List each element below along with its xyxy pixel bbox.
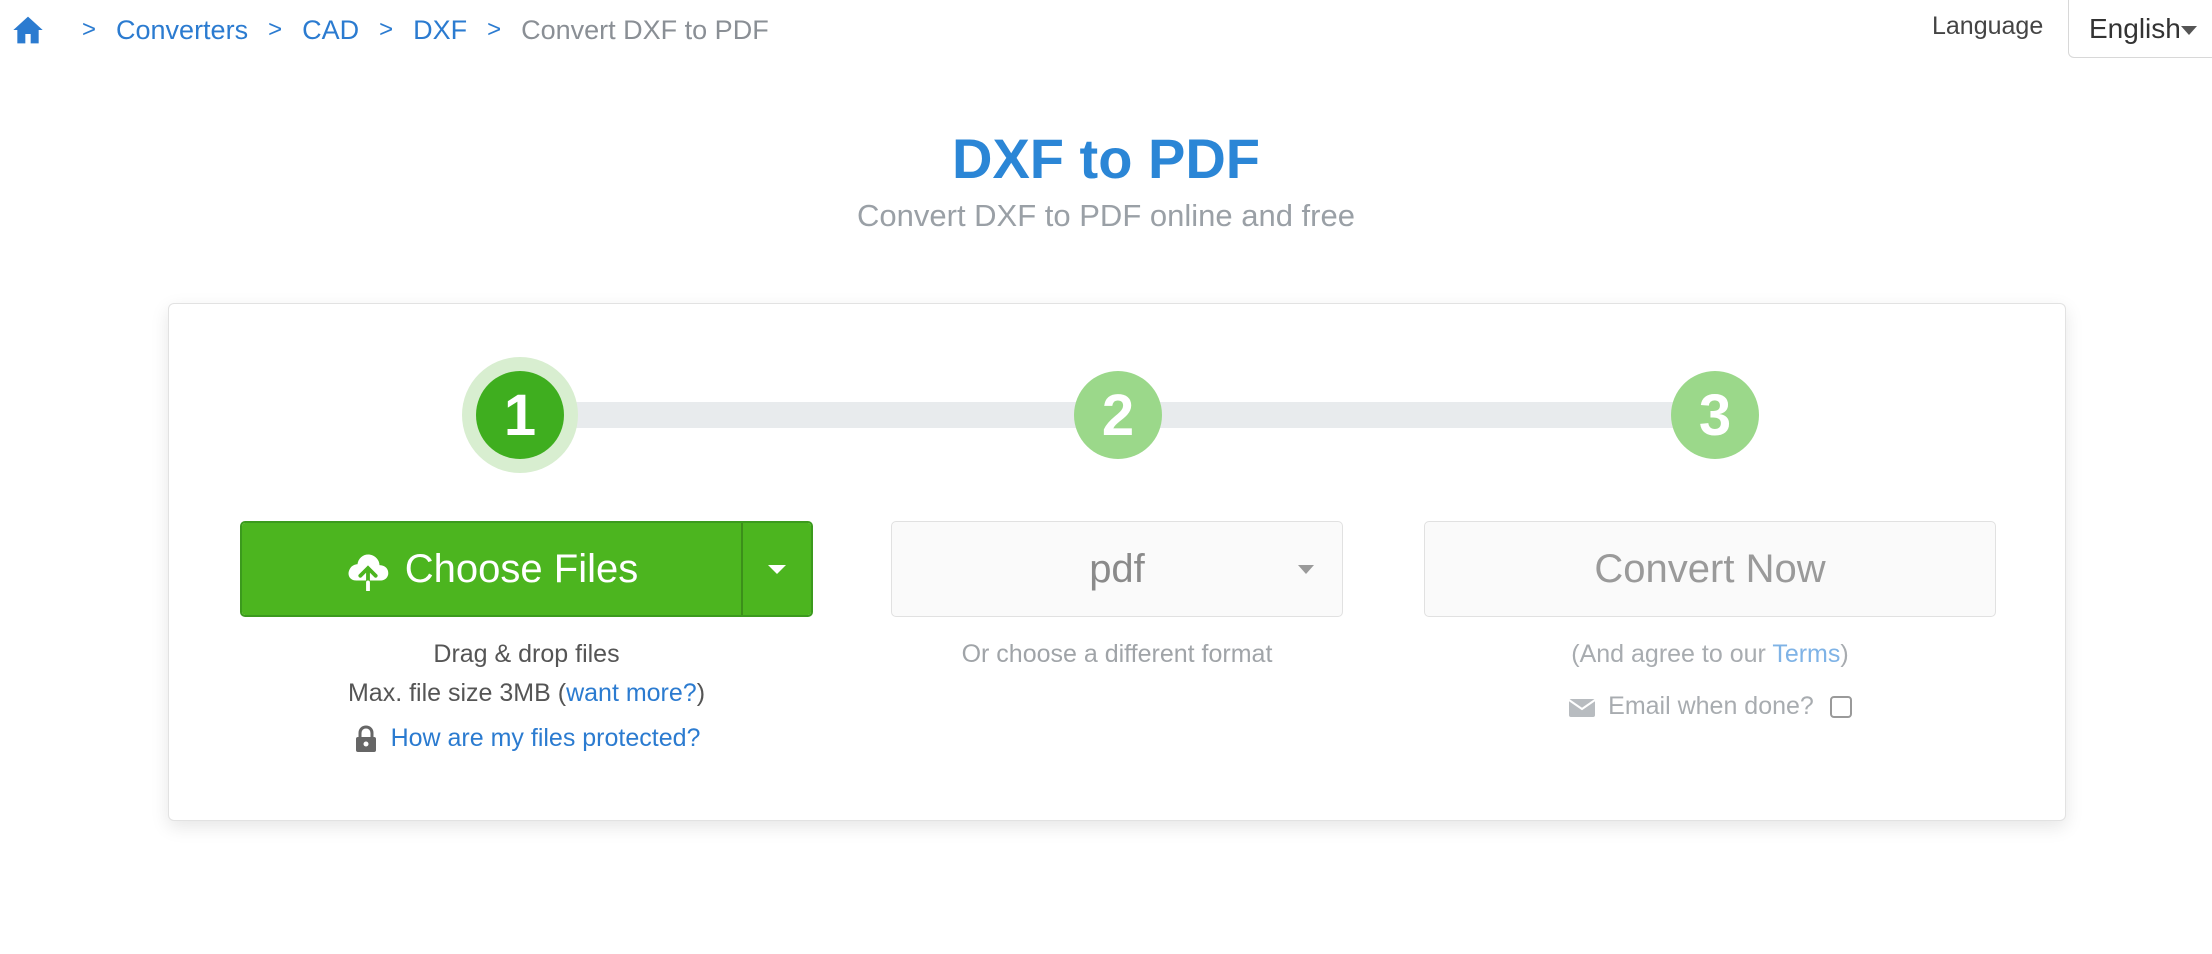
page-title: DXF to PDF [952, 127, 1260, 190]
breadcrumb-separator: > [487, 16, 502, 43]
want-more-link[interactable]: want more? [566, 679, 697, 707]
terms-notice: (And agree to our Terms) [1424, 640, 1996, 669]
language-select[interactable]: English [2068, 0, 2212, 58]
language-label: Language [1932, 12, 2044, 40]
step-3-indicator: 3 [1671, 371, 1759, 459]
breadcrumb-cad[interactable]: CAD [302, 15, 359, 46]
language-value: English [2089, 12, 2181, 44]
terms-suffix: ) [1840, 640, 1849, 668]
breadcrumb-separator: > [379, 16, 394, 43]
max-size-close: ) [696, 679, 706, 707]
terms-prefix: (And agree to our [1571, 640, 1773, 668]
format-hint: Or choose a different format [961, 640, 1273, 668]
chevron-down-icon [2181, 26, 2197, 35]
breadcrumb: > Converters > CAD > DXF > Convert DXF t… [12, 10, 769, 50]
format-select[interactable]: pdf [891, 521, 1343, 617]
choose-files-group: Choose Files [240, 521, 813, 617]
page-subtitle: Convert DXF to PDF online and free [857, 198, 1355, 233]
max-size-hint: Max. file size 3MB (want more?) [240, 679, 813, 708]
breadcrumb-current: Convert DXF to PDF [521, 14, 769, 45]
chevron-down-icon [1298, 565, 1314, 574]
convert-now-button[interactable]: Convert Now [1424, 521, 1996, 617]
mail-icon [1568, 698, 1596, 717]
step-1-indicator: 1 [476, 371, 564, 459]
chevron-down-icon [768, 564, 786, 574]
files-protected-link[interactable]: How are my files protected? [391, 724, 701, 753]
email-checkbox[interactable] [1829, 695, 1852, 718]
choose-files-label: Choose Files [404, 546, 639, 591]
email-when-done-row: Email when done? [1424, 692, 1996, 721]
max-size-text: Max. file size 3MB ( [347, 679, 567, 707]
breadcrumb-separator: > [268, 16, 283, 43]
email-label: Email when done? [1608, 692, 1814, 720]
breadcrumb-separator: > [82, 16, 97, 43]
home-icon[interactable] [12, 14, 44, 46]
choose-files-button[interactable]: Choose Files [242, 523, 743, 615]
file-protection-row: How are my files protected? [240, 724, 813, 753]
drag-drop-hint: Drag & drop files [433, 640, 620, 668]
converter-card: 1 2 3 Choose Files Drag & drop files Max… [168, 303, 2066, 821]
format-value: pdf [1089, 546, 1145, 591]
breadcrumb-dxf[interactable]: DXF [413, 15, 467, 46]
terms-link[interactable]: Terms [1772, 640, 1840, 668]
breadcrumb-converters[interactable]: Converters [116, 15, 248, 46]
upload-cloud-icon [348, 554, 389, 591]
lock-icon [355, 724, 376, 752]
choose-files-dropdown[interactable] [743, 523, 811, 615]
step-2-indicator: 2 [1074, 371, 1162, 459]
